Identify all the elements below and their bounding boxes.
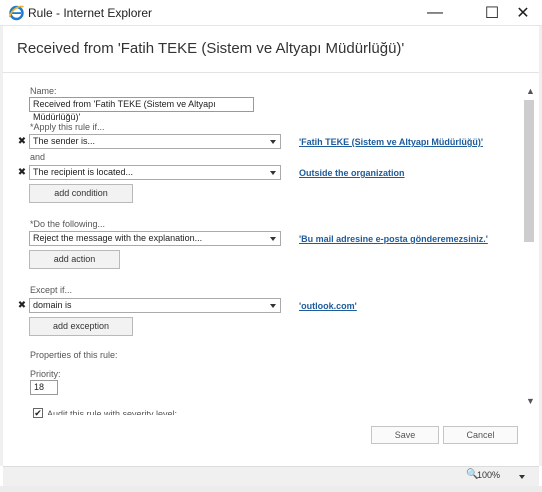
condition-2-select[interactable]: The recipient is located... — [29, 165, 281, 180]
internet-explorer-icon — [8, 5, 24, 21]
form-scrollbar[interactable]: ▲ ▼ — [522, 80, 538, 410]
and-label: and — [30, 152, 46, 162]
action-value: Reject the message with the explanation.… — [33, 233, 203, 243]
taskbar-strip — [0, 486, 542, 492]
minimize-button[interactable]: — — [415, 0, 455, 26]
action-link[interactable]: 'Bu mail adresine e-posta gönderemezsini… — [299, 234, 488, 244]
audit-label: Audit this rule with severity level: — [47, 409, 178, 415]
chevron-down-icon — [270, 304, 276, 308]
page-title: Received from 'Fatih TEKE (Sistem ve Alt… — [17, 40, 405, 57]
remove-exception-button[interactable]: ✖ — [17, 300, 27, 312]
scroll-up-icon[interactable]: ▲ — [526, 86, 535, 96]
remove-condition-2-button[interactable]: ✖ — [17, 167, 27, 179]
zoom-level[interactable]: 100% — [477, 470, 500, 480]
exception-select[interactable]: domain is — [29, 298, 281, 313]
priority-field[interactable]: 18 — [30, 380, 58, 395]
title-bar: Rule - Internet Explorer — ☐ ✕ — [0, 0, 542, 26]
chevron-down-icon[interactable] — [519, 475, 525, 479]
audit-checkbox[interactable]: ✔ — [33, 408, 43, 418]
window-title: Rule - Internet Explorer — [28, 6, 153, 20]
add-exception-button[interactable]: add exception — [29, 317, 133, 336]
header-divider — [3, 72, 539, 73]
name-field[interactable]: Received from 'Fatih TEKE (Sistem ve Alt… — [29, 97, 254, 122]
properties-label: Properties of this rule: — [30, 350, 118, 360]
exception-link[interactable]: 'outlook.com' — [299, 301, 357, 311]
action-select[interactable]: Reject the message with the explanation.… — [29, 231, 281, 246]
condition-2-value: The recipient is located... — [33, 167, 134, 177]
chevron-down-icon — [270, 171, 276, 175]
add-condition-button[interactable]: add condition — [29, 184, 133, 203]
status-bar — [3, 466, 539, 486]
chevron-down-icon — [270, 140, 276, 144]
name-label: Name: — [30, 86, 57, 96]
condition-1-value: The sender is... — [33, 136, 96, 146]
remove-condition-1-button[interactable]: ✖ — [17, 136, 27, 148]
exception-value: domain is — [33, 300, 72, 310]
close-button[interactable]: ✕ — [503, 0, 542, 26]
scroll-down-icon[interactable]: ▼ — [526, 396, 535, 406]
cancel-button[interactable]: Cancel — [443, 426, 518, 444]
except-if-label: Except if... — [30, 285, 73, 295]
priority-label: Priority: — [30, 369, 61, 379]
window-left-border — [0, 26, 3, 466]
add-action-button[interactable]: add action — [29, 250, 120, 269]
apply-rule-label: *Apply this rule if... — [30, 122, 105, 132]
condition-1-link[interactable]: 'Fatih TEKE (Sistem ve Altyapı Müdürlüğü… — [299, 137, 483, 147]
scroll-thumb[interactable] — [524, 100, 534, 242]
chevron-down-icon — [270, 237, 276, 241]
condition-1-select[interactable]: The sender is... — [29, 134, 281, 149]
save-button[interactable]: Save — [371, 426, 439, 444]
do-following-label: *Do the following... — [30, 219, 106, 229]
condition-2-link[interactable]: Outside the organization — [299, 168, 405, 178]
